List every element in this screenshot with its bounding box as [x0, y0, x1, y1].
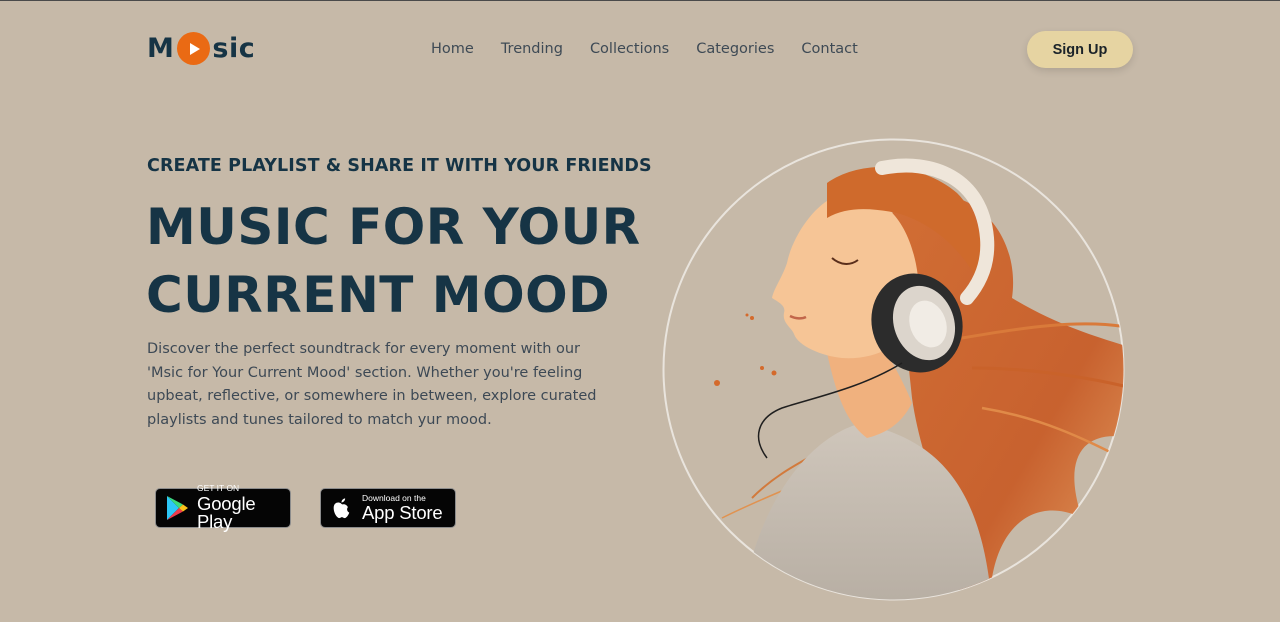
hero-description: Discover the perfect soundtrack for ever…: [147, 341, 597, 428]
nav-home[interactable]: Home: [431, 41, 474, 57]
nav-trending[interactable]: Trending: [501, 41, 563, 57]
nav-collections[interactable]: Collections: [590, 41, 669, 57]
apple-badge-big: App Store: [362, 502, 443, 523]
hero-illustration: [662, 138, 1125, 601]
sign-up-button[interactable]: Sign Up: [1027, 31, 1133, 68]
headline-line-2: CURRENT MOOD: [146, 266, 611, 324]
logo-suffix: sic: [212, 33, 256, 64]
google-play-icon: [165, 495, 189, 521]
app-store-badge[interactable]: Download on the App Store: [320, 488, 456, 528]
main-nav: Home Trending Collections Categories Con…: [431, 41, 858, 57]
hero-eyebrow: CREATE PLAYLIST & SHARE IT WITH YOUR FRI…: [147, 156, 652, 176]
google-badge-small: GET IT ON: [197, 483, 240, 494]
nav-categories[interactable]: Categories: [696, 41, 774, 57]
google-play-badge[interactable]: GET IT ON Google Play: [155, 484, 291, 531]
play-icon: [177, 32, 211, 65]
google-badge-big: Google Play: [197, 492, 256, 533]
nav-contact[interactable]: Contact: [801, 41, 857, 57]
headline-line-1: MUSIC FOR YOUR: [146, 198, 641, 256]
hero-headline: MUSIC FOR YOUR CURRENT MOOD: [146, 193, 666, 329]
logo-prefix: M: [147, 33, 175, 64]
apple-badge-small: Download on the: [362, 492, 426, 503]
apple-icon: [330, 495, 354, 521]
logo[interactable]: M sic: [147, 32, 255, 65]
